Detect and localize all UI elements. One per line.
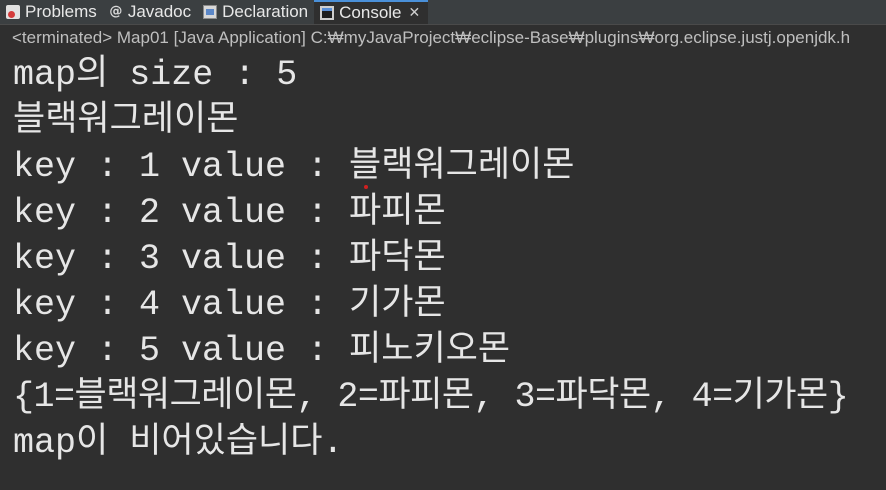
console-line: key : 2 value : 파피몬 bbox=[13, 193, 446, 233]
console-line: key : 3 value : 파닥몬 bbox=[13, 239, 446, 279]
tab-label: Declaration bbox=[222, 2, 309, 21]
console-line: 블랙워그레이몬 bbox=[13, 101, 239, 141]
close-icon[interactable]: ✕ bbox=[409, 5, 421, 21]
console-line: {1=블랙워그레이몬, 2=파피몬, 3=파닥몬, 4=기가몬} bbox=[13, 377, 849, 417]
text-cursor-marker bbox=[364, 185, 368, 189]
console-line: key : 4 value : 기가몬 bbox=[13, 285, 446, 325]
tab-console[interactable]: Console ✕ bbox=[314, 0, 429, 24]
declaration-icon bbox=[203, 5, 218, 19]
console-line: key : 1 value : 블랙워그레이몬 bbox=[13, 147, 575, 187]
console-output[interactable]: map의 size : 5 블랙워그레이몬 key : 1 value : 블랙… bbox=[13, 52, 886, 466]
tab-label: Problems bbox=[25, 2, 97, 21]
tab-label: Console bbox=[339, 3, 402, 22]
console-icon bbox=[320, 6, 335, 20]
javadoc-icon: @ bbox=[109, 4, 123, 19]
tab-declaration[interactable]: Declaration bbox=[197, 0, 314, 24]
console-line: map의 size : 5 bbox=[13, 55, 298, 95]
tab-javadoc[interactable]: @ Javadoc bbox=[103, 0, 197, 24]
console-line: map이 비어있습니다. bbox=[13, 423, 344, 463]
view-tab-bar: Problems @ Javadoc Declaration Console ✕ bbox=[0, 0, 886, 25]
tab-label: Javadoc bbox=[127, 2, 192, 21]
console-line: key : 5 value : 피노키오몬 bbox=[13, 331, 511, 371]
process-status-line: <terminated> Map01 [Java Application] C:… bbox=[12, 28, 851, 47]
problems-icon bbox=[6, 5, 20, 19]
console-view: Problems @ Javadoc Declaration Console ✕… bbox=[0, 0, 886, 490]
tab-problems[interactable]: Problems bbox=[0, 0, 103, 24]
